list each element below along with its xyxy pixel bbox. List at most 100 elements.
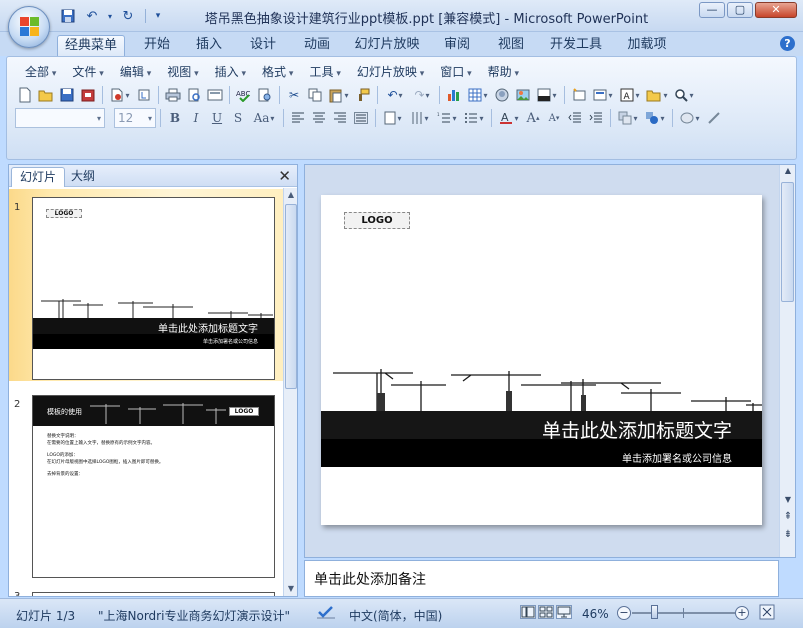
fit-to-window-icon[interactable] [759, 604, 775, 623]
arrange-icon[interactable] [615, 108, 641, 128]
textbox-icon[interactable]: A [617, 85, 643, 105]
tab-insert[interactable]: 插入 [188, 35, 230, 56]
scroll-down-icon[interactable]: ▼ [780, 495, 796, 509]
scroll-down-icon[interactable]: ▼ [284, 582, 298, 596]
print-icon[interactable] [163, 85, 183, 105]
scroll-up-icon[interactable]: ▲ [780, 166, 796, 180]
align-right-icon[interactable] [330, 108, 350, 128]
shapes-icon[interactable] [642, 108, 668, 128]
zoom-slider-thumb[interactable] [651, 605, 658, 619]
current-slide[interactable]: LOGO 单击此处添加标题文字 单击添加署名或公司信息 [321, 195, 762, 525]
underline-icon[interactable]: U [207, 108, 227, 128]
increase-indent-icon[interactable] [586, 108, 606, 128]
scroll-thumb[interactable] [781, 182, 794, 302]
insert-chart-icon[interactable] [444, 85, 464, 105]
menu-slideshow[interactable]: 幻灯片放映 [349, 64, 432, 80]
bold-icon[interactable]: B [165, 108, 185, 128]
zoom-out-icon[interactable]: − [617, 606, 631, 620]
menu-tools[interactable]: 工具 [301, 64, 348, 80]
slide-subtitle[interactable]: 单击添加署名或公司信息 [622, 450, 732, 465]
menu-all[interactable]: 全部 [17, 64, 64, 80]
maximize-button[interactable]: ▢ [727, 2, 753, 18]
redo-icon[interactable]: ↷ [409, 85, 435, 105]
minimize-button[interactable]: — [699, 2, 725, 18]
menu-edit[interactable]: 编辑 [112, 64, 159, 80]
slide-view-icon[interactable] [205, 85, 225, 105]
grow-font-icon[interactable]: A ▴ [523, 108, 543, 128]
tab-slides[interactable]: 幻灯片 [11, 167, 66, 187]
format-painter-icon[interactable] [353, 85, 373, 105]
justify-icon[interactable] [351, 108, 371, 128]
menu-insert[interactable]: 插入 [207, 64, 254, 80]
cut-icon[interactable]: ✂ [284, 85, 304, 105]
spell-check-icon[interactable] [316, 604, 336, 623]
thumbnails-scrollbar[interactable]: ▲ ▼ [283, 188, 297, 596]
tab-view[interactable]: 视图 [490, 35, 532, 56]
normal-view-icon[interactable] [520, 605, 536, 619]
spelling-icon[interactable]: ABC [234, 85, 254, 105]
zoom-level[interactable]: 46% [582, 607, 609, 621]
scroll-thumb[interactable] [285, 204, 297, 389]
slideshow-view-icon[interactable] [556, 605, 572, 619]
tab-animations[interactable]: 动画 [296, 35, 338, 56]
decrease-indent-icon[interactable] [565, 108, 585, 128]
slide-logo-placeholder[interactable]: LOGO [344, 212, 410, 229]
bullets-icon[interactable] [461, 108, 487, 128]
menu-window[interactable]: 窗口 [432, 64, 479, 80]
align-center-icon[interactable] [309, 108, 329, 128]
color-scheme-icon[interactable] [534, 85, 560, 105]
slide-thumbnail-3[interactable] [32, 592, 275, 596]
slide-sorter-icon[interactable] [538, 605, 554, 619]
shape-outline-icon[interactable] [704, 108, 724, 128]
numbering-icon[interactable]: 1 [434, 108, 460, 128]
folder-icon[interactable] [644, 85, 670, 105]
research-icon[interactable] [255, 85, 275, 105]
text-direction-icon[interactable] [380, 108, 406, 128]
new-slide-icon[interactable] [569, 85, 589, 105]
font-color-icon[interactable]: A [496, 108, 522, 128]
help-icon[interactable]: ? [780, 36, 795, 51]
font-name-combo[interactable] [15, 108, 105, 128]
shape-fill-icon[interactable] [677, 108, 703, 128]
font-size-combo[interactable]: 12 [114, 108, 156, 128]
print-preview-icon[interactable] [184, 85, 204, 105]
slide-title[interactable]: 单击此处添加标题文字 [542, 416, 732, 443]
close-pane-icon[interactable]: ✕ [278, 167, 291, 185]
menu-view[interactable]: 视图 [159, 64, 206, 80]
tab-home[interactable]: 开始 [136, 35, 178, 56]
menu-format[interactable]: 格式 [254, 64, 301, 80]
new-icon[interactable] [15, 85, 35, 105]
tab-classic-menu[interactable]: 经典菜单 [57, 35, 125, 56]
paste-icon[interactable] [326, 85, 352, 105]
align-left-icon[interactable] [288, 108, 308, 128]
tab-addins[interactable]: 加载项 [620, 35, 674, 56]
italic-icon[interactable]: I [186, 108, 206, 128]
menu-file[interactable]: 文件 [64, 64, 111, 80]
shadow-icon[interactable]: S [228, 108, 248, 128]
menu-help[interactable]: 帮助 [480, 64, 527, 80]
align-text-icon[interactable] [407, 108, 433, 128]
insert-picture-icon[interactable] [513, 85, 533, 105]
next-slide-icon[interactable]: ⇟ [780, 529, 796, 543]
scroll-up-icon[interactable]: ▲ [284, 188, 298, 202]
tab-slideshow[interactable]: 幻灯片放映 [350, 35, 424, 56]
slide-thumbnail-2[interactable]: 模板的使用 LOGO 替换文字说明： 在需要的位置上输入文字，替换原有的示例文字… [32, 395, 275, 578]
zoom-icon[interactable] [671, 85, 697, 105]
slide-scrollbar[interactable]: ▲ ▼ ⇞ ⇟ [779, 165, 795, 557]
notes-placeholder[interactable]: 单击此处添加备注 [314, 569, 426, 589]
language-status[interactable]: 中文(简体，中国) [349, 607, 442, 624]
tab-review[interactable]: 审阅 [436, 35, 478, 56]
change-case-icon[interactable]: Aa [249, 108, 279, 128]
save-icon[interactable] [57, 85, 77, 105]
zoom-in-icon[interactable]: + [735, 606, 749, 620]
tab-design[interactable]: 设计 [242, 35, 284, 56]
tab-outline[interactable]: 大纲 [63, 167, 103, 187]
publish-pdf-icon[interactable] [107, 85, 133, 105]
layout-icon[interactable] [590, 85, 616, 105]
notes-pane[interactable]: 单击此处添加备注 [304, 560, 779, 597]
undo-icon[interactable]: ↶ [382, 85, 408, 105]
office-button[interactable] [8, 6, 50, 48]
open-icon[interactable] [36, 85, 56, 105]
shrink-font-icon[interactable]: A ▾ [544, 108, 564, 128]
attach-icon[interactable] [134, 85, 154, 105]
